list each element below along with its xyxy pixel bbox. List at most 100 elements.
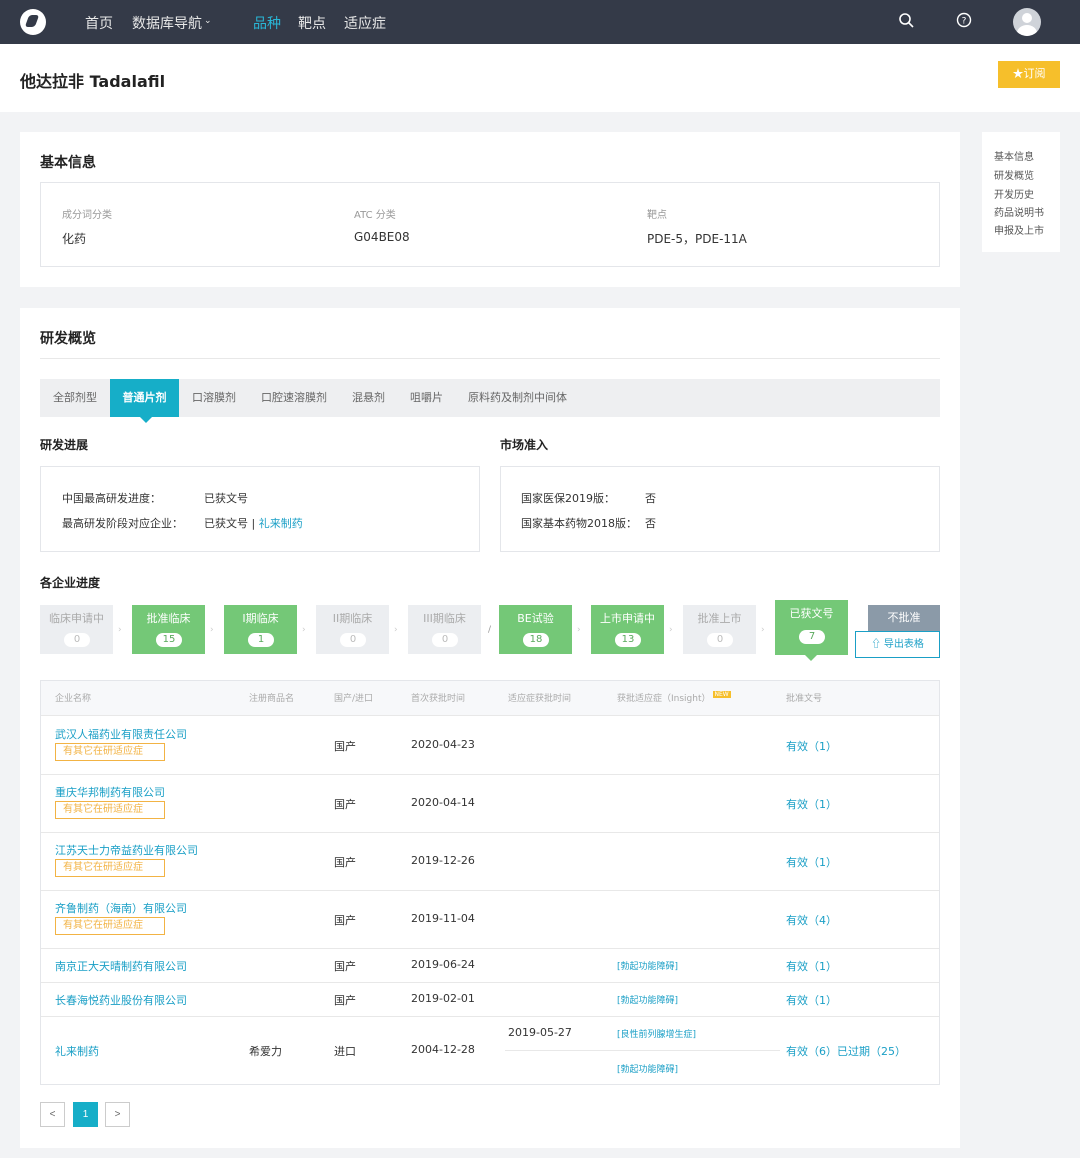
table-row-origin: 国产	[334, 960, 356, 973]
table-row-indication[interactable]: [良性前列腺增生症]	[617, 1027, 696, 1040]
side-nav-label[interactable]: 药品说明书	[994, 204, 1044, 219]
table-row-company[interactable]: 江苏天士力帝益药业有限公司	[55, 842, 198, 858]
tab-all[interactable]: 全部剂型	[53, 379, 97, 417]
table-row-company[interactable]: 南京正大天晴制药有限公司	[55, 958, 187, 974]
stage-clinical-application[interactable]: 临床申请中 0	[40, 605, 113, 654]
company-value: 已获文号 | 礼来制药	[204, 517, 303, 530]
table-row-company[interactable]: 长春海悦药业股份有限公司	[55, 992, 187, 1008]
stage-phase-2[interactable]: II期临床 0	[316, 605, 389, 654]
side-nav-overview[interactable]: 研发概览	[994, 167, 1034, 182]
table-row-approval[interactable]: 有效（1）	[786, 738, 837, 754]
table-row-first: 2019-06-24	[411, 958, 475, 971]
table-row-first: 2019-02-01	[411, 992, 475, 1005]
slash-divider: /	[488, 625, 492, 635]
research-tag[interactable]: 有其它在研适应症	[55, 917, 165, 935]
stage-be-trial[interactable]: BE试验 18	[499, 605, 572, 654]
table-row-approval[interactable]: 有效（4）	[786, 912, 837, 928]
export-button[interactable]: ⇧ 导出表格	[855, 631, 940, 658]
company-link[interactable]: 礼来制药	[259, 517, 303, 530]
tab-oral-film[interactable]: 口溶膜剂	[192, 379, 236, 417]
tab-tablet[interactable]: 普通片剂	[110, 379, 179, 423]
col-approval-number: 批准文号	[786, 694, 823, 704]
stage-market-application[interactable]: 上市申请中 13	[591, 605, 664, 654]
row-divider	[41, 982, 939, 983]
table-row-approval[interactable]: 有效（6）已过期（25）	[786, 1043, 906, 1059]
row-divider	[41, 1016, 939, 1017]
subscribe-button[interactable]: ★订阅	[998, 61, 1060, 88]
chevron-down-icon[interactable]: ⌄	[204, 16, 212, 26]
search-icon[interactable]	[897, 12, 915, 30]
arrow-icon: ›	[761, 625, 765, 635]
stage-phase-1[interactable]: I期临床 1	[224, 605, 297, 654]
logo-icon[interactable]	[20, 9, 46, 35]
market-title: 市场准入	[500, 438, 549, 452]
table-row-first: 2019-12-26	[411, 854, 475, 867]
side-nav-market[interactable]: 申报及上市	[994, 222, 1044, 237]
insurance-value: 否	[645, 492, 656, 505]
table-row-approval[interactable]: 有效（1）	[786, 992, 837, 1008]
table-row-company[interactable]: 武汉人福药业有限责任公司	[55, 726, 187, 742]
star-icon: ★	[1012, 68, 1024, 80]
row-divider	[41, 832, 939, 833]
table-row-first: 2020-04-23	[411, 738, 475, 751]
tab-orodispersible-film[interactable]: 口腔速溶膜剂	[261, 379, 327, 417]
nav-drug[interactable]: 品种	[253, 13, 281, 33]
page-title: 他达拉非 Tadalafil	[20, 72, 166, 91]
arrow-icon: ›	[210, 625, 214, 635]
tab-api[interactable]: 原料药及制剂中间体	[468, 379, 567, 417]
nav-home[interactable]: 首页	[85, 13, 113, 33]
nav-target[interactable]: 靶点	[298, 13, 326, 33]
prev-page-button[interactable]: <	[40, 1102, 65, 1127]
progress-title: 研发进展	[40, 438, 89, 452]
table-row-company[interactable]: 齐鲁制药（海南）有限公司	[55, 900, 187, 916]
tab-suspension[interactable]: 混悬剂	[352, 379, 385, 417]
side-nav-history[interactable]: 开发历史	[994, 186, 1034, 201]
divider	[40, 358, 940, 359]
arrow-icon: ›	[394, 625, 398, 635]
nav-indication[interactable]: 适应症	[344, 13, 386, 33]
field-label: 靶点	[647, 210, 667, 221]
arrow-icon: ›	[118, 625, 122, 635]
research-tag[interactable]: 有其它在研适应症	[55, 743, 165, 761]
table-row-first: 2004-12-28	[411, 1043, 475, 1056]
next-page-button[interactable]: >	[105, 1102, 130, 1127]
overview-title: 研发概览	[40, 331, 96, 347]
tab-chewable[interactable]: 咀嚼片	[410, 379, 443, 417]
table-row-origin: 国产	[334, 994, 356, 1007]
table-row-approval[interactable]: 有效（1）	[786, 958, 837, 974]
table-row-company[interactable]: 重庆华邦制药有限公司	[55, 784, 165, 800]
avatar[interactable]	[1013, 8, 1041, 36]
col-origin: 国产/进口	[334, 694, 374, 704]
table-row-indication[interactable]: [勃起功能障碍]	[617, 993, 678, 1006]
enterprise-title: 各企业进度	[40, 576, 101, 590]
research-tag[interactable]: 有其它在研适应症	[55, 801, 165, 819]
field-value: G04BE08	[354, 230, 410, 244]
table-row-approval[interactable]: 有效（1）	[786, 796, 837, 812]
stage-phase-3[interactable]: III期临床 0	[408, 605, 481, 654]
basic-info-title: 基本信息	[40, 155, 96, 171]
nav-database[interactable]: 数据库导航	[132, 13, 202, 33]
side-nav-basic[interactable]: 基本信息	[994, 148, 1034, 163]
stage-approved-number[interactable]: 已获文号 7	[775, 600, 848, 661]
page-1-button[interactable]: 1	[73, 1102, 98, 1127]
table-row-indication[interactable]: [勃起功能障碍]	[617, 959, 678, 972]
col-brand: 注册商品名	[249, 694, 295, 704]
sub-row-divider	[505, 1050, 780, 1051]
stage-clinical-approved[interactable]: 批准临床 15	[132, 605, 205, 654]
table-row-origin: 国产	[334, 856, 356, 869]
table-row-first: 2019-11-04	[411, 912, 475, 925]
table-row-indication[interactable]: [勃起功能障碍]	[617, 1062, 678, 1075]
progress-box	[40, 466, 480, 552]
arrow-icon: ›	[669, 625, 673, 635]
stage-market-approved[interactable]: 批准上市 0	[683, 605, 756, 654]
table-row-origin: 国产	[334, 740, 356, 753]
table-row-approval[interactable]: 有效（1）	[786, 854, 837, 870]
reject-badge[interactable]: 不批准	[868, 605, 940, 631]
research-tag[interactable]: 有其它在研适应症	[55, 859, 165, 877]
table-row-company[interactable]: 礼来制药	[55, 1043, 99, 1059]
essential-value: 否	[645, 517, 656, 530]
help-icon[interactable]: ?	[955, 12, 973, 30]
svg-text:?: ?	[962, 17, 967, 27]
company-label: 最高研发阶段对应企业：	[62, 517, 183, 530]
row-divider	[41, 774, 939, 775]
